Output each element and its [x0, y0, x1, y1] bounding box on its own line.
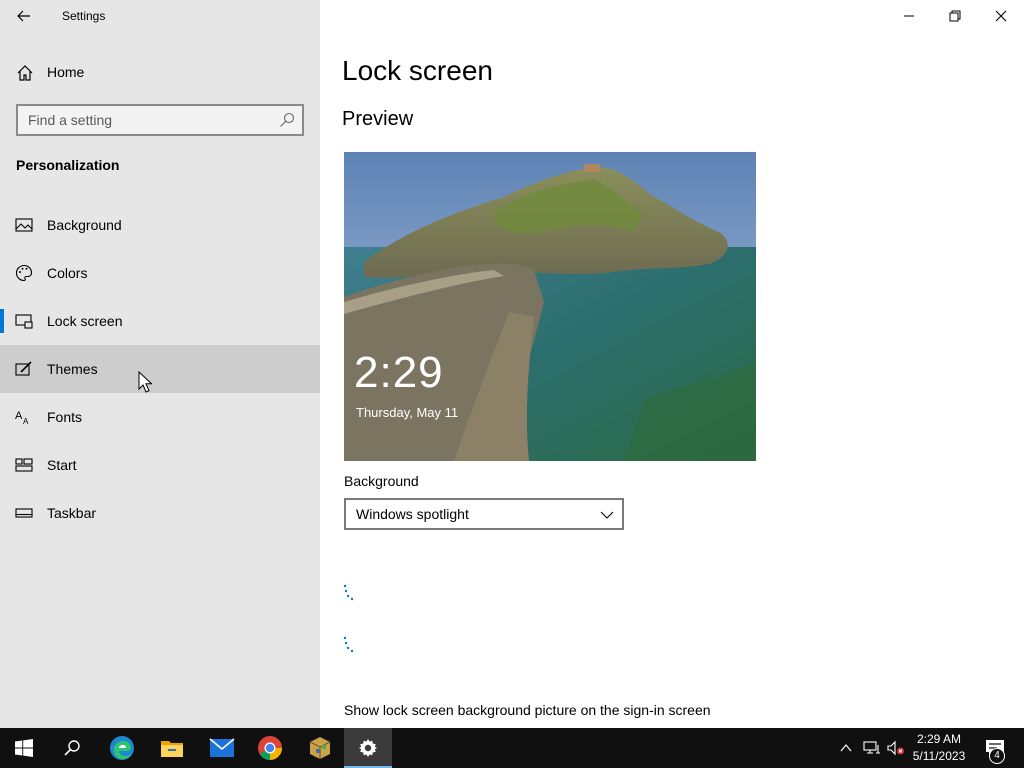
- sidebar-item-label: Lock screen: [47, 313, 123, 329]
- sidebar-item-taskbar[interactable]: Taskbar: [0, 489, 320, 537]
- windows-logo-icon: [15, 739, 33, 757]
- clock-time: 2:29 AM: [916, 732, 962, 746]
- network-icon: [863, 741, 880, 754]
- picture-icon: [15, 218, 33, 232]
- taskbar-clock[interactable]: 2:29 AM 5/11/2023: [906, 731, 972, 765]
- lock-screen-icon: [15, 314, 33, 329]
- taskbar-file-explorer-button[interactable]: [148, 728, 196, 768]
- sidebar-item-label: Taskbar: [47, 505, 97, 521]
- page-title: Lock screen: [342, 55, 493, 86]
- palette-icon: [16, 264, 33, 282]
- sidebar-item-label: Themes: [47, 361, 98, 377]
- minimize-button[interactable]: [886, 0, 932, 32]
- search-box[interactable]: [16, 104, 304, 136]
- settings-icon: [359, 739, 377, 757]
- signin-background-option-label: Show lock screen background picture on t…: [344, 702, 711, 718]
- background-label: Background: [344, 473, 419, 489]
- preview-heading: Preview: [342, 108, 414, 130]
- mouse-cursor-icon: [138, 371, 152, 393]
- sidebar-item-lock-screen[interactable]: Lock screen: [0, 297, 320, 345]
- start-button[interactable]: [0, 728, 48, 768]
- lock-screen-preview: 2:29 Thursday, May 11: [344, 152, 756, 461]
- sidebar-item-background[interactable]: Background: [0, 201, 320, 249]
- chevron-up-icon: [840, 744, 852, 752]
- package-icon: [309, 737, 331, 759]
- taskbar-settings-button[interactable]: [344, 728, 392, 768]
- chrome-icon: [258, 736, 282, 761]
- background-dropdown-value: Windows spotlight: [356, 506, 469, 522]
- search-icon[interactable]: [279, 112, 295, 128]
- edge-icon: [110, 736, 134, 760]
- home-icon: [17, 65, 33, 81]
- taskbar-edge-button[interactable]: [98, 728, 146, 768]
- taskbar-chrome-button[interactable]: [246, 728, 294, 768]
- fonts-icon: AA: [15, 410, 29, 426]
- show-hidden-icons-button[interactable]: [836, 728, 856, 768]
- notification-count-badge: 4: [989, 748, 1005, 764]
- home-label: Home: [47, 64, 85, 80]
- back-button[interactable]: [8, 0, 40, 32]
- sidebar-item-fonts[interactable]: AA Fonts: [0, 393, 320, 441]
- taskbar-icon: [15, 508, 33, 518]
- section-title: Personalization: [16, 157, 120, 173]
- restore-button[interactable]: [932, 0, 978, 32]
- minimize-icon: [904, 15, 914, 17]
- clock-date: 5/11/2023: [912, 749, 966, 763]
- sidebar-item-label: Colors: [47, 265, 88, 281]
- sidebar-item-themes[interactable]: Themes: [0, 345, 320, 393]
- personalization-nav: Background Colors Lock screen Themes AA …: [0, 201, 320, 537]
- sidebar-item-start[interactable]: Start: [0, 441, 320, 489]
- home-nav-item[interactable]: Home: [0, 52, 320, 92]
- taskbar-mail-button[interactable]: [198, 728, 246, 768]
- themes-icon: [15, 361, 32, 376]
- loading-spinner-icon: [343, 584, 354, 601]
- sidebar-item-label: Fonts: [47, 409, 83, 425]
- sidebar-item-label: Start: [47, 457, 77, 473]
- volume-muted-icon: [887, 740, 904, 756]
- taskbar-package-button[interactable]: [296, 728, 344, 768]
- back-arrow-icon: [17, 10, 30, 22]
- chevron-down-icon: [600, 511, 614, 519]
- lock-screen-date: Thursday, May 11: [356, 405, 459, 420]
- taskbar: 2:29 AM 5/11/2023: [0, 728, 1024, 768]
- close-button[interactable]: [978, 0, 1024, 32]
- app-title: Settings: [62, 9, 106, 23]
- taskbar-search-button[interactable]: [48, 728, 96, 768]
- volume-tray-button[interactable]: [884, 728, 908, 768]
- svg-text:A: A: [23, 417, 29, 426]
- search-icon: [64, 740, 80, 756]
- sidebar-item-label: Background: [47, 217, 122, 233]
- loading-spinner-icon: [343, 636, 354, 653]
- file-explorer-icon: [161, 741, 183, 757]
- lock-screen-time: 2:29: [354, 348, 444, 397]
- navigation-pane: Settings Home Personalization Background…: [0, 0, 320, 728]
- selection-indicator: [0, 309, 4, 333]
- search-input[interactable]: [18, 106, 272, 134]
- close-icon: [995, 10, 1007, 22]
- start-icon: [15, 458, 33, 472]
- sidebar-item-colors[interactable]: Colors: [0, 249, 320, 297]
- restore-icon: [949, 10, 961, 22]
- mail-icon: [209, 738, 235, 757]
- network-tray-button[interactable]: [860, 728, 884, 768]
- svg-text:A: A: [15, 410, 23, 422]
- background-dropdown[interactable]: Windows spotlight: [344, 498, 624, 530]
